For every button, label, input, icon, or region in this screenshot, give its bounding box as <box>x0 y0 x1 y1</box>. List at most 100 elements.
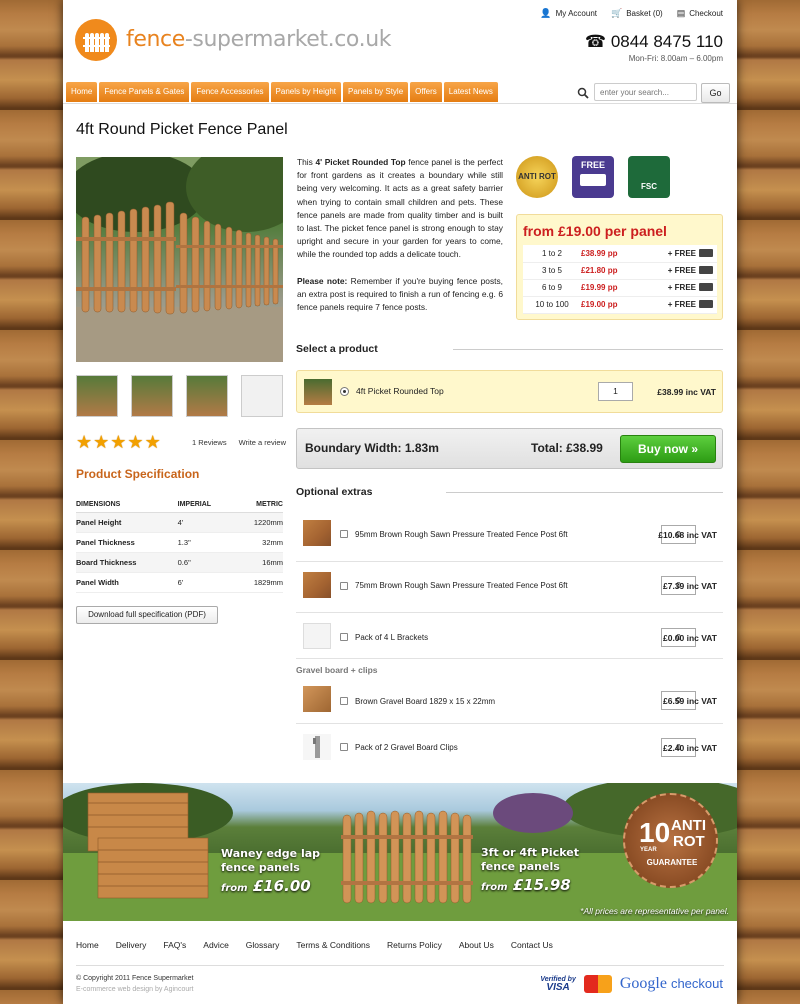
product-option-name: 4ft Picket Rounded Top <box>356 386 444 396</box>
reviews-count-link[interactable]: 1 Reviews <box>192 438 227 447</box>
google-checkout-logo: Google checkout <box>619 975 723 992</box>
nav-panels-by-style[interactable]: Panels by Style <box>343 82 409 102</box>
copyright: © Copyright 2011 Fence Supermarket <box>76 975 194 982</box>
card-icon: ▤ <box>676 8 686 18</box>
badges: ANTI ROT FREE FSC <box>516 156 670 198</box>
my-account-link[interactable]: 👤 My Account <box>540 8 597 19</box>
product-thumbnail <box>304 379 332 405</box>
footer-link-returns[interactable]: Returns Policy <box>387 940 442 950</box>
footer-link-faqs[interactable]: FAQ's <box>163 940 186 950</box>
divider <box>453 349 723 350</box>
product-main-image[interactable] <box>76 157 283 362</box>
logo-icon[interactable] <box>75 19 117 61</box>
write-review-link[interactable]: Write a review <box>239 438 286 447</box>
gravel-clip-image <box>303 734 331 760</box>
nav-offers[interactable]: Offers <box>410 82 442 102</box>
truck-icon <box>699 300 713 308</box>
table-row: 1 to 2 £38.99 pp + FREE <box>523 245 717 263</box>
gravel-board-image <box>303 686 331 712</box>
footer-link-about[interactable]: About Us <box>459 940 494 950</box>
extra-checkbox[interactable] <box>340 743 348 751</box>
star-icon: ★ <box>144 432 161 452</box>
fence-post-image <box>303 572 331 598</box>
truck-icon <box>699 248 713 257</box>
footer-link-advice[interactable]: Advice <box>203 940 229 950</box>
thumbnail-strip <box>76 375 283 417</box>
thumbnail-2[interactable] <box>131 375 173 417</box>
star-icon: ★ <box>76 432 93 452</box>
spec-header: METRIC <box>233 497 283 513</box>
footer-nav: Home Delivery FAQ's Advice Glossary Term… <box>76 940 553 950</box>
logo-text[interactable]: fence-supermarket.co.uk <box>126 27 391 52</box>
extra-row: 95mm Brown Rough Sawn Pressure Treated F… <box>296 510 723 562</box>
guarantee-seal: 10 YEAR ANTI ROT GUARANTEE <box>623 793 718 888</box>
footer-link-glossary[interactable]: Glossary <box>246 940 280 950</box>
total-price: Total: £38.99 <box>531 441 603 455</box>
user-icon: 👤 <box>540 8 552 18</box>
download-spec-button[interactable]: Download full specification (PDF) <box>76 606 218 624</box>
table-row: 6 to 9 £19.99 pp + FREE <box>523 279 717 297</box>
thumbnail-3[interactable] <box>186 375 228 417</box>
product-quantity-input[interactable]: 1 <box>598 382 633 401</box>
extra-checkbox[interactable] <box>340 697 348 705</box>
star-icon: ★ <box>110 432 127 452</box>
nav-latest-news[interactable]: Latest News <box>443 82 498 102</box>
nav-home[interactable]: Home <box>66 82 98 102</box>
promo-banner[interactable]: Waney edge lap fence panels from £16.00 3… <box>63 783 737 921</box>
optional-extras-heading: Optional extras <box>296 486 373 498</box>
free-delivery-badge: FREE <box>572 156 614 198</box>
search-go-button[interactable]: Go <box>701 83 730 103</box>
nav-fence-panels-gates[interactable]: Fence Panels & Gates <box>99 82 190 102</box>
spec-header: DIMENSIONS <box>76 497 178 513</box>
boundary-width: Boundary Width: 1.83m <box>305 441 439 455</box>
page: 👤 My Account 🛒 Basket (0) ▤ Checkout fence-… <box>63 0 737 1004</box>
extra-checkbox[interactable] <box>340 633 348 641</box>
phone-number: ☎ 0844 8475 110 <box>584 32 723 51</box>
search-icon <box>577 87 589 99</box>
page-title: 4ft Round Picket Fence Panel <box>76 121 288 138</box>
extra-row: Pack of 2 Gravel Board Clips 0 £2.40 inc… <box>296 724 723 770</box>
mastercard-logo <box>583 975 612 993</box>
gravel-board-heading: Gravel board + clips <box>296 665 378 675</box>
footer-link-contact[interactable]: Contact Us <box>511 940 553 950</box>
table-row: 3 to 5 £21.80 pp + FREE <box>523 262 717 280</box>
footer-link-home[interactable]: Home <box>76 940 99 950</box>
footer-link-delivery[interactable]: Delivery <box>116 940 147 950</box>
price-heading: from £19.00 per panel <box>523 223 667 239</box>
price-table: 1 to 2 £38.99 pp + FREE 3 to 5 £21.80 pp + F… <box>523 245 717 314</box>
fsc-badge: FSC <box>628 156 670 198</box>
select-product-heading: Select a product <box>296 343 378 355</box>
star-icon: ★ <box>127 432 144 452</box>
verified-by-visa-logo: Verified by VISA <box>540 976 576 993</box>
opening-hours: Mon-Fri: 8.00am – 6.00pm <box>628 54 723 63</box>
top-links: 👤 My Account 🛒 Basket (0) ▤ Checkout <box>540 8 723 19</box>
basket-link[interactable]: 🛒 Basket (0) <box>611 8 663 19</box>
truck-icon <box>699 283 713 291</box>
product-radio[interactable] <box>340 387 349 396</box>
extra-checkbox[interactable] <box>340 582 348 590</box>
product-option-row[interactable]: 4ft Picket Rounded Top 1 £38.99 inc VAT <box>296 370 723 413</box>
phone-icon: ☎ <box>584 32 607 51</box>
footer-link-terms[interactable]: Terms & Conditions <box>296 940 370 950</box>
design-credit[interactable]: E-commerce web design by Agincourt <box>76 986 194 993</box>
spec-title: Product Specification <box>76 467 200 481</box>
search-input[interactable] <box>594 83 697 101</box>
nav-panels-by-height[interactable]: Panels by Height <box>270 82 342 102</box>
thumbnail-1[interactable] <box>76 375 118 417</box>
table-row: 10 to 100 £19.00 pp + FREE <box>523 296 717 314</box>
fence-post-image <box>303 520 331 546</box>
payment-logos: Verified by VISA Google checkout <box>540 975 723 993</box>
fence-photo-illustration <box>76 157 283 362</box>
rating-stars: ★ ★ ★ ★ ★ <box>76 433 161 451</box>
extra-checkbox[interactable] <box>340 530 348 538</box>
bracket-image <box>303 623 331 649</box>
anti-rot-badge: ANTI ROT <box>516 156 558 198</box>
table-row: Panel Width 6' 1829mm <box>76 572 283 593</box>
product-description: This 4' Picket Rounded Top fence panel i… <box>297 157 503 313</box>
thumbnail-4[interactable] <box>241 375 283 417</box>
checkout-link[interactable]: ▤ Checkout <box>677 8 723 19</box>
extra-row: Brown Gravel Board 1829 x 15 x 22mm 0 £6… <box>296 678 723 724</box>
nav-fence-accessories[interactable]: Fence Accessories <box>191 82 269 102</box>
buy-now-button[interactable]: Buy now » <box>620 435 716 463</box>
basket-icon: 🛒 <box>611 8 623 18</box>
